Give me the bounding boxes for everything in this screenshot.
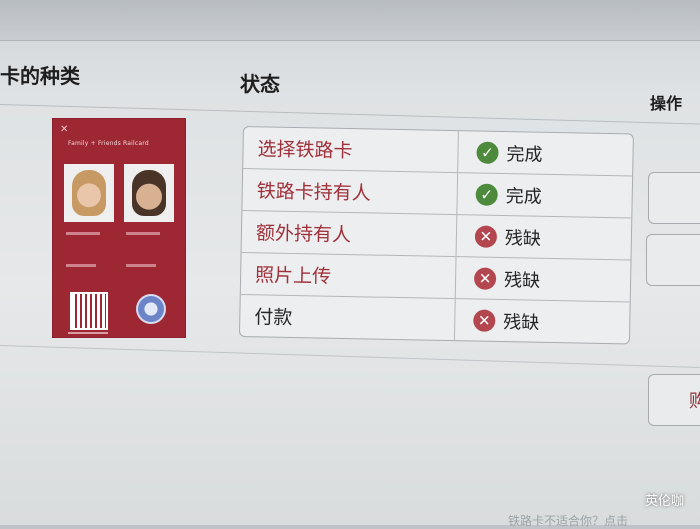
card-field-line — [66, 264, 96, 267]
step-link-additional-holder[interactable]: 额外持有人 — [241, 211, 458, 257]
table-row: 照片上传 ✕ 残缺 — [240, 252, 631, 303]
x-circle-icon: ✕ — [474, 224, 498, 248]
watermark: 英伦咖 — [644, 494, 684, 509]
railcard-title: Family + Friends Railcard — [68, 140, 149, 147]
top-bar — [0, 0, 700, 41]
holder-photo-2 — [124, 164, 174, 222]
not-suitable-hint-link[interactable]: 铁路卡不适合你？点击 — [508, 512, 628, 529]
table-row: 铁路卡持有人 ✓ 完成 — [242, 169, 633, 219]
column-header-status: 状态 — [240, 72, 280, 96]
rail-logo-icon — [136, 294, 166, 324]
card-field-line — [66, 232, 100, 235]
step-status: ✕ 残缺 — [456, 257, 631, 301]
check-circle-icon: ✓ — [476, 140, 499, 164]
railcard-preview-image: ✕ Family + Friends Railcard — [52, 118, 186, 338]
step-link-photo-upload[interactable]: 照片上传 — [240, 252, 457, 299]
column-header-card-type: 卡的种类 — [0, 64, 80, 88]
step-status: ✕ 残缺 — [457, 215, 632, 259]
table-row: 付款 ✕ 残缺 — [239, 294, 630, 343]
table-row: 选择铁路卡 ✓ 完成 — [243, 127, 633, 177]
check-circle-icon: ✓ — [475, 182, 498, 206]
action-button-2[interactable] — [646, 234, 700, 286]
action-button-1[interactable] — [648, 172, 700, 224]
step-link-railcard-holder[interactable]: 铁路卡持有人 — [242, 169, 459, 215]
status-text: 完成 — [505, 185, 542, 208]
step-status: ✓ 完成 — [458, 131, 633, 175]
status-text: 完成 — [506, 143, 543, 166]
step-status: ✓ 完成 — [457, 173, 632, 217]
purchase-button[interactable]: 购 — [648, 374, 700, 426]
card-footer-line — [68, 332, 108, 334]
purchase-button-label: 购 — [689, 391, 700, 412]
status-text: 残缺 — [504, 227, 542, 250]
progress-status-table: 选择铁路卡 ✓ 完成 铁路卡持有人 ✓ 完成 额外持有人 ✕ 残缺 照片上传 ✕… — [238, 126, 634, 345]
x-circle-icon: ✕ — [473, 266, 497, 290]
card-field-line — [126, 232, 160, 235]
step-status: ✕ 残缺 — [455, 299, 630, 343]
close-icon: ✕ — [60, 124, 69, 135]
table-row: 额外持有人 ✕ 残缺 — [241, 211, 632, 261]
column-header-action: 操作 — [650, 94, 683, 113]
x-circle-icon: ✕ — [473, 308, 496, 332]
holder-photo-1 — [64, 164, 114, 222]
step-link-select-railcard[interactable]: 选择铁路卡 — [243, 127, 459, 173]
step-payment: 付款 — [239, 294, 456, 341]
qr-code-icon — [70, 292, 108, 330]
status-text: 残缺 — [503, 311, 540, 334]
status-text: 残缺 — [503, 269, 541, 292]
card-field-line — [126, 264, 156, 267]
